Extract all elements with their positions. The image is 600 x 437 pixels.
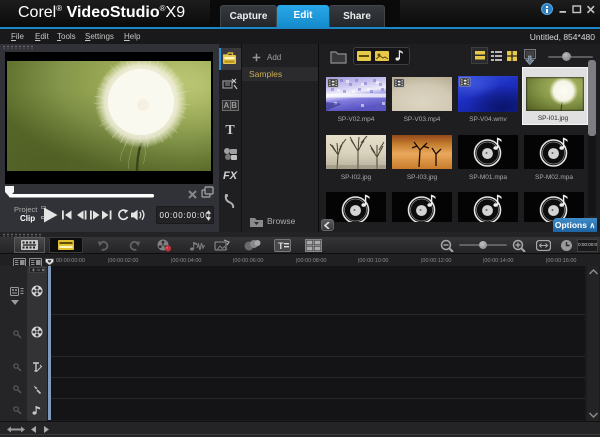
svg-text:T: T — [278, 241, 284, 251]
